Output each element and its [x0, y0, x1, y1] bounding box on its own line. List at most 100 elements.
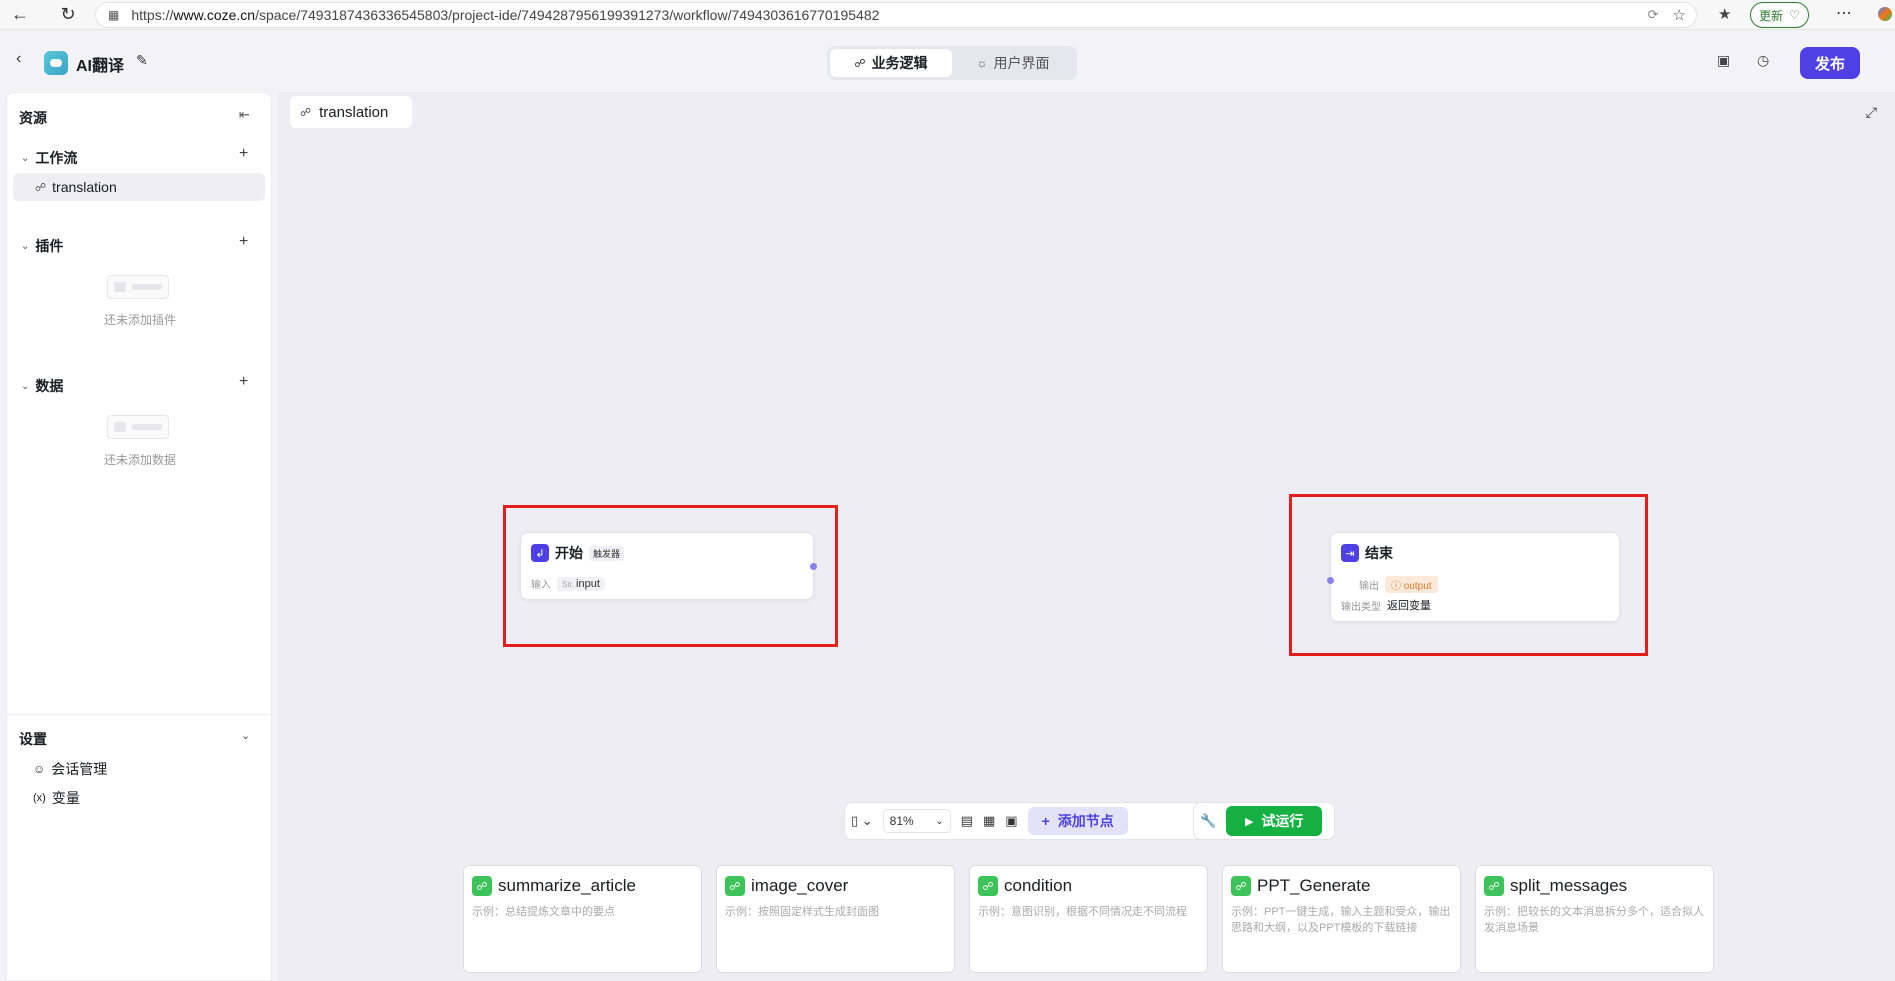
zoom-value: 81%	[889, 814, 914, 828]
settings-item-conversation[interactable]: ☺ 会话管理	[33, 759, 107, 779]
sidebar-title: 资源	[19, 110, 47, 126]
translate-icon[interactable]: ⟳	[1648, 7, 1659, 23]
browser-toolbar: ← ↻ ▦ https://www.coze.cn/space/74931874…	[0, 0, 1895, 30]
site-info-icon[interactable]: ▦	[108, 8, 119, 22]
template-title: condition	[1004, 876, 1073, 895]
back-arrow-icon[interactable]: ←	[6, 1, 34, 29]
settings-title: 设置	[19, 731, 47, 747]
workflow-icon: ☍	[35, 181, 47, 194]
conversation-icon: ☺	[33, 762, 46, 776]
template-desc: 示例：总结提炼文章中的要点	[472, 906, 615, 918]
output-label: 输出	[1359, 581, 1379, 592]
copilot-icon[interactable]	[1878, 7, 1892, 21]
data-empty-text: 还未添加数据	[103, 453, 176, 467]
favorites-icon[interactable]: ★	[1718, 5, 1731, 23]
tab-user-interface[interactable]: ☼ 用户界面	[952, 49, 1074, 77]
section-label: 数据	[35, 378, 64, 394]
empty-plugin-illustration	[107, 275, 169, 299]
comment-icon[interactable]: ▤	[961, 813, 973, 829]
test-run-button[interactable]: ▶ 试运行	[1226, 806, 1323, 836]
app-avatar	[44, 51, 68, 75]
zoom-select[interactable]: 81% ⌄	[882, 809, 951, 833]
add-plugin-button[interactable]: +	[239, 233, 248, 251]
workflow-icon: ☍	[300, 106, 312, 119]
more-icon[interactable]: ⋯	[1836, 3, 1852, 23]
output-type-value: 返回变量	[1387, 600, 1431, 612]
reload-icon[interactable]: ↻	[54, 1, 82, 29]
mouse-mode-icon[interactable]: ▯ ⌄	[851, 813, 873, 829]
tab-label: 业务逻辑	[871, 55, 928, 71]
app-title: AI翻译	[76, 58, 125, 75]
chevron-down-icon: ⌄	[21, 380, 30, 392]
start-node[interactable]: ↲ 开始 触发器 输入 Str. input	[520, 532, 817, 600]
workflow-icon: ☍	[854, 57, 866, 70]
workflow-template-icon: ☍	[978, 876, 998, 896]
workflow-template-icon: ☍	[1484, 876, 1504, 896]
update-button[interactable]: 更新 ♡	[1750, 2, 1809, 28]
template-card-condition[interactable]: ☍ condition 示例：意图识别，根据不同情况走不同流程	[969, 865, 1208, 973]
param-name: input	[576, 577, 600, 590]
template-card-split-messages[interactable]: ☍ split_messages 示例：把较长的文本消息拆分多个，适合拟人发消息…	[1475, 865, 1714, 973]
template-card-image-cover[interactable]: ☍ image_cover 示例：按照固定样式生成封面图	[716, 865, 955, 973]
sidebar-item-label: translation	[52, 179, 117, 195]
run-toolbar: 🔧 ▶ 试运行	[1193, 802, 1335, 840]
template-desc: 示例：按照固定样式生成封面图	[725, 906, 879, 918]
variable-icon: (x)	[33, 792, 46, 804]
output-param: ⓘ output	[1385, 576, 1438, 593]
back-chevron-icon[interactable]: ‹	[16, 50, 21, 68]
template-title: split_messages	[1510, 876, 1628, 895]
auto-layout-icon[interactable]: ▦	[983, 813, 995, 829]
app-header: ‹ AI翻译 ✎ ☍ 业务逻辑 ☼ 用户界面 ▣ ◷ 发布	[0, 30, 1895, 90]
template-desc: 示例：PPT一键生成，输入主题和受众，输出思路和大纲，以及PPT模板的下载链接	[1231, 906, 1451, 934]
template-title: image_cover	[751, 876, 849, 895]
sidebar-item-translation[interactable]: ☍ translation	[13, 173, 265, 201]
settings-item-variables[interactable]: (x) 变量	[33, 788, 80, 808]
end-node-title: 结束	[1365, 545, 1393, 561]
canvas-tab-translation[interactable]: ☍ translation	[290, 96, 413, 128]
output-port[interactable]	[810, 563, 817, 570]
canvas-toolbar: ▯ ⌄ 81% ⌄ ▤ ▦ ▣ + 添加节点	[844, 802, 1218, 840]
param-type: Str.	[562, 579, 575, 589]
param-name: output	[1403, 581, 1432, 592]
workflow-canvas[interactable]: ☍ translation ⤢ ↲ 开始 触发器 输入 Str. input ⇥ …	[278, 92, 1895, 981]
add-workflow-button[interactable]: +	[239, 145, 248, 163]
input-port[interactable]	[1327, 577, 1334, 584]
chevron-down-icon: ⌄	[21, 152, 30, 164]
section-plugin[interactable]: ⌄ 插件	[21, 236, 63, 256]
add-data-button[interactable]: +	[239, 373, 248, 391]
chevron-down-icon[interactable]: ⌄	[241, 729, 250, 742]
expand-icon[interactable]: ⤢	[1866, 104, 1877, 121]
workflow-template-icon: ☍	[1231, 876, 1251, 896]
plugin-empty-text: 还未添加插件	[103, 313, 176, 327]
end-icon: ⇥	[1341, 544, 1359, 562]
workflow-template-icon: ☍	[725, 876, 745, 896]
settings-item-label: 会话管理	[51, 761, 108, 777]
template-card-summarize-article[interactable]: ☍ summarize_article 示例：总结提炼文章中的要点	[463, 865, 702, 973]
divider	[7, 714, 273, 715]
end-node[interactable]: ⇥ 结束 输出 ⓘ output 输出类型 返回变量	[1327, 532, 1620, 622]
wrench-icon[interactable]: 🔧	[1200, 813, 1216, 829]
history-icon[interactable]: ◷	[1757, 52, 1769, 69]
update-label: 更新	[1759, 8, 1784, 23]
play-icon: ▶	[1244, 815, 1254, 828]
package-icon[interactable]: ▣	[1717, 52, 1730, 69]
address-bar[interactable]: ▦ https://www.coze.cn/space/749318743633…	[95, 2, 1697, 28]
collapse-sidebar-icon[interactable]: ⇤	[239, 107, 250, 123]
section-data[interactable]: ⌄ 数据	[21, 376, 63, 396]
canvas-tab-label: translation	[319, 103, 389, 121]
template-card-ppt-generate[interactable]: ☍ PPT_Generate 示例：PPT一键生成，输入主题和受众，输出思路和大…	[1222, 865, 1461, 973]
input-param: Str. input	[557, 576, 605, 591]
start-icon: ↲	[531, 544, 549, 562]
star-icon[interactable]: ☆	[1673, 6, 1686, 24]
test-run-label: 试运行	[1261, 813, 1304, 829]
publish-button[interactable]: 发布	[1800, 47, 1860, 79]
minimap-icon[interactable]: ▣	[1005, 813, 1017, 829]
section-label: 工作流	[35, 150, 78, 166]
edit-icon[interactable]: ✎	[136, 52, 148, 69]
section-workflow[interactable]: ⌄ 工作流	[21, 148, 77, 168]
add-node-button[interactable]: + 添加节点	[1027, 807, 1128, 835]
empty-data-illustration	[107, 415, 169, 439]
palette-icon: ☼	[976, 56, 988, 70]
input-label: 输入	[531, 580, 551, 591]
tab-business-logic[interactable]: ☍ 业务逻辑	[830, 49, 952, 77]
